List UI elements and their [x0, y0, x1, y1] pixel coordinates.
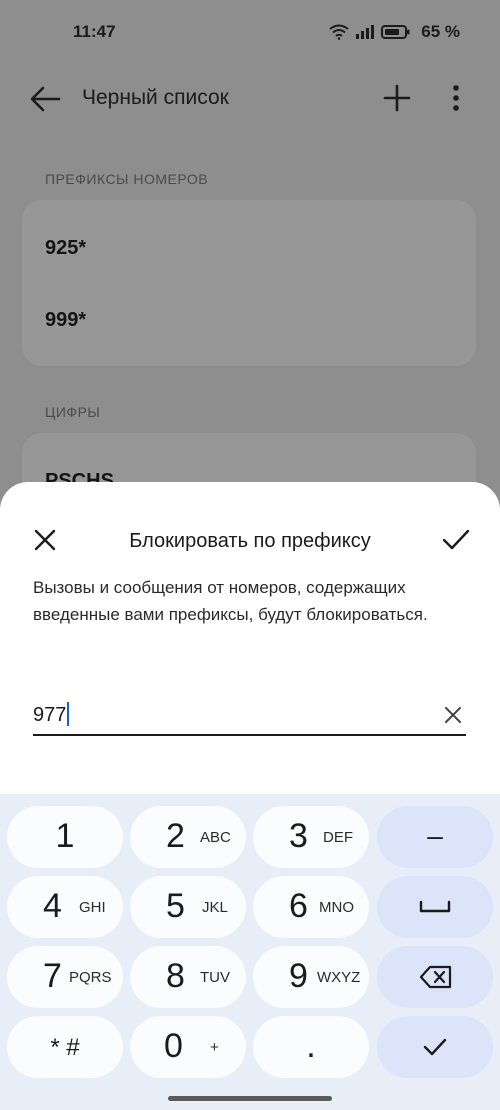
prefix-list-card: 925* 999* [22, 200, 476, 366]
key-dot[interactable]: . [253, 1016, 369, 1078]
prefix-input-value[interactable]: 977 [33, 702, 70, 727]
key-8[interactable]: 8 TUV [130, 946, 246, 1008]
key-4[interactable]: 4 GHI [7, 876, 123, 938]
battery-icon [381, 25, 410, 39]
wifi-icon [329, 24, 349, 40]
sheet-title: Блокировать по префиксу [129, 530, 371, 552]
gesture-navigation-bar[interactable] [168, 1096, 332, 1101]
space-icon [419, 900, 451, 913]
back-arrow-icon[interactable] [28, 84, 62, 114]
key-minus[interactable]: – [377, 806, 493, 868]
add-icon[interactable] [383, 84, 411, 112]
checkmark-icon[interactable] [442, 528, 470, 552]
battery-percentage: 65 % [421, 22, 460, 41]
status-icons: 65 % [329, 22, 460, 42]
key-space[interactable] [377, 876, 493, 938]
prefix-item[interactable]: 999* [45, 309, 86, 332]
key-3[interactable]: 3 DEF [253, 806, 369, 868]
key-0[interactable]: 0 + [130, 1016, 246, 1078]
page-title: Черный список [82, 86, 229, 109]
numeric-keypad: 1 2 ABC 3 DEF – 4 GHI 5 JKL 6 MNO 7 PQRS… [0, 794, 500, 1110]
prefix-input[interactable]: 977 [33, 694, 466, 736]
status-bar: 11:47 65 % [0, 0, 500, 64]
clear-input-icon[interactable] [444, 706, 462, 724]
key-7[interactable]: 7 PQRS [7, 946, 123, 1008]
signal-icon [356, 25, 375, 39]
more-options-icon[interactable] [446, 82, 466, 114]
key-9[interactable]: 9 WXYZ [253, 946, 369, 1008]
key-2[interactable]: 2 ABC [130, 806, 246, 868]
backspace-icon [419, 965, 452, 989]
checkmark-icon [423, 1038, 447, 1056]
key-1[interactable]: 1 [7, 806, 123, 868]
prefix-item[interactable]: 925* [45, 237, 86, 260]
text-cursor [67, 702, 70, 726]
block-by-prefix-sheet: Блокировать по префиксу Вызовы и сообщен… [0, 482, 500, 1110]
key-done[interactable] [377, 1016, 493, 1078]
top-app-bar: Черный список [0, 64, 500, 134]
key-backspace[interactable] [377, 946, 493, 1008]
status-time: 11:47 [73, 22, 116, 41]
key-star-hash[interactable]: * # [7, 1016, 123, 1078]
section-header-prefixes: ПРЕФИКСЫ НОМЕРОВ [45, 171, 209, 187]
key-5[interactable]: 5 JKL [130, 876, 246, 938]
key-6[interactable]: 6 MNO [253, 876, 369, 938]
sheet-description: Вызовы и сообщения от номеров, содержащи… [33, 578, 428, 624]
section-header-digits: ЦИФРЫ [45, 404, 101, 420]
